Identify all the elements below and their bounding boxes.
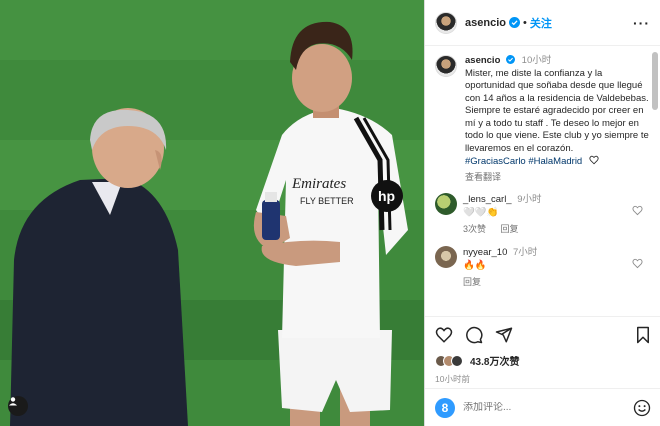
comment-like-icon[interactable] — [632, 258, 643, 269]
author-avatar[interactable] — [435, 11, 457, 34]
comment-box: 8 — [425, 388, 660, 426]
like-icon[interactable] — [435, 326, 453, 344]
see-translation-link[interactable]: 查看翻译 — [465, 171, 649, 184]
likes-count[interactable]: 43.8万次赞 — [470, 353, 519, 368]
comment-icon[interactable] — [465, 326, 483, 344]
post-actions: 43.8万次赞 10小时前 — [425, 316, 660, 385]
likes-row[interactable]: 43.8万次赞 — [435, 353, 651, 368]
caption-text: Mister, me diste la confianza y la oport… — [465, 67, 649, 154]
comment-username[interactable]: nyyear_10 — [463, 247, 507, 258]
post-sidebar: asencio • 关注 ··· asencio 10小时 Mister, me… — [424, 0, 660, 426]
verified-badge-icon — [506, 55, 516, 64]
posted-time: 10小时前 — [435, 374, 470, 384]
reply-button[interactable]: 回复 — [501, 224, 519, 234]
comment-item: nyyear_10 7小时 🔥🔥 回复 — [425, 236, 660, 289]
caption-username[interactable]: asencio — [465, 55, 500, 66]
svg-text:Emirates: Emirates — [291, 176, 346, 192]
hp-logo: hp — [378, 188, 395, 204]
comment-avatar[interactable] — [435, 246, 457, 268]
verified-badge-icon — [508, 17, 520, 28]
browser-extension-icon[interactable]: 8 — [435, 397, 455, 418]
caption-avatar[interactable] — [435, 55, 457, 77]
comment-time: 7小时 — [513, 247, 538, 258]
more-icon[interactable]: ··· — [633, 15, 650, 31]
comment-text: 🔥🔥 — [463, 260, 487, 271]
reply-button[interactable]: 回复 — [463, 277, 481, 287]
comment-input[interactable] — [463, 402, 613, 413]
user-tag-icon[interactable] — [8, 396, 28, 416]
share-icon[interactable] — [495, 326, 513, 344]
caption-hashtags[interactable]: #GraciasCarlo #HalaMadrid — [465, 156, 582, 167]
separator-dot: • — [522, 16, 527, 29]
comment-like-icon[interactable] — [632, 205, 643, 216]
post-caption: asencio 10小时 Mister, me diste la confian… — [425, 47, 660, 183]
caption-time: 10小时 — [521, 55, 552, 66]
comment-item: _lens_carl_ 9小时 🤍🤍👏 3次赞 回复 — [425, 183, 660, 236]
save-icon[interactable] — [635, 326, 651, 344]
post-header: asencio • 关注 ··· — [425, 0, 660, 46]
comment-text: 🤍🤍👏 — [463, 207, 499, 218]
comment-avatar[interactable] — [435, 193, 457, 215]
follow-button[interactable]: 关注 — [530, 15, 552, 31]
svg-text:FLY BETTER: FLY BETTER — [300, 196, 354, 206]
comment-time: 9小时 — [517, 194, 542, 205]
liker-avatars — [435, 354, 463, 367]
photo-illustration: hp Emirates FLY BETTER — [0, 0, 424, 426]
emoji-icon[interactable] — [633, 399, 651, 417]
author-username[interactable]: asencio — [465, 17, 506, 29]
post-photo[interactable]: hp Emirates FLY BETTER — [0, 0, 424, 426]
caption-like-icon[interactable] — [589, 155, 599, 165]
comment-likes[interactable]: 3次赞 — [463, 224, 486, 234]
comment-username[interactable]: _lens_carl_ — [463, 194, 512, 205]
comments-scroll-area[interactable]: asencio 10小时 Mister, me diste la confian… — [425, 47, 660, 315]
scrollbar-thumb[interactable] — [652, 52, 658, 110]
